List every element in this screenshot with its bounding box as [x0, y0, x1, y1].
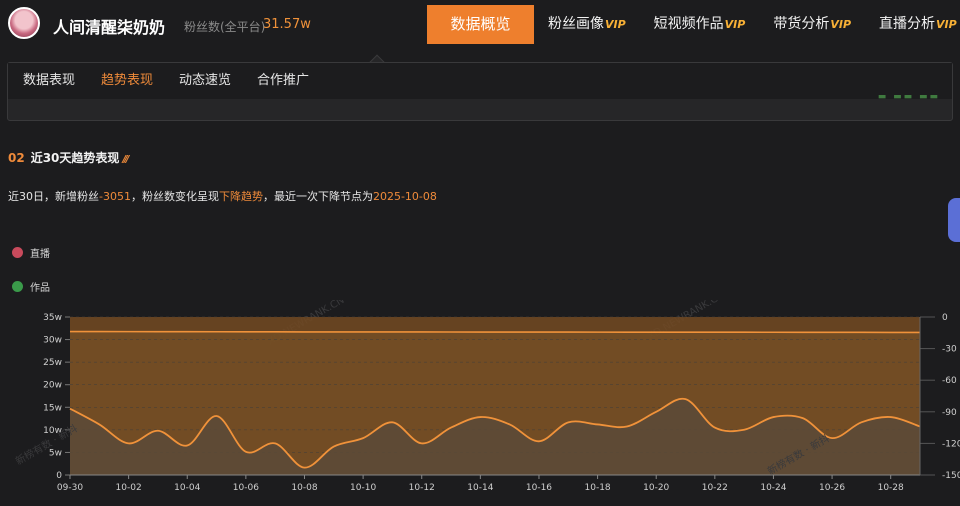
live-icon: [12, 247, 23, 258]
tab-label: 直播分析: [879, 16, 936, 32]
y-right-tick-label: -30: [942, 345, 957, 355]
y-right-tick-label: -120: [942, 439, 960, 449]
y-right-tick-label: -60: [942, 376, 957, 386]
y-right-tick-label: 0: [942, 313, 948, 323]
x-tick-label: 10-24: [760, 483, 786, 493]
tab-label: 短视频作品: [653, 16, 724, 32]
tab-sales-analysis[interactable]: 带货分析VIP: [759, 5, 865, 44]
x-tick-label: 10-06: [233, 483, 259, 493]
summary-suffix: ，最近一次下降节点为: [262, 190, 373, 203]
section-deco: ///: [122, 154, 129, 165]
legend-live[interactable]: 直播: [12, 245, 50, 260]
y-right-tick-label: -150: [942, 471, 960, 481]
y-right-tick-label: -90: [942, 408, 957, 418]
y-left-tick-label: 0: [56, 471, 62, 481]
x-tick-label: 10-10: [350, 483, 376, 493]
x-tick-label: 10-26: [819, 483, 845, 493]
tab-label: 数据概览: [450, 15, 511, 33]
x-tick-label: 10-02: [116, 483, 142, 493]
section-title-text: 近30天趋势表现: [30, 151, 120, 165]
vip-badge: VIP: [830, 18, 852, 31]
section-number: 02: [8, 151, 25, 165]
legend-works-label: 作品: [30, 283, 50, 294]
summary-new-fans: -3051: [99, 190, 131, 203]
fans-trend-chart: XD.NEWRANK.CNXD.NEWRANK.CN05w10w15w20w25…: [13, 300, 960, 493]
x-tick-label: 10-08: [291, 483, 317, 493]
tab-data-overview[interactable]: 数据概览: [427, 5, 534, 44]
subtab-dynamic-overview[interactable]: 动态速览: [166, 63, 244, 99]
x-tick-label: 10-14: [467, 483, 493, 493]
x-tick-label: 10-28: [878, 483, 904, 493]
main-nav: 数据概览 粉丝画像VIP 短视频作品VIP 带货分析VIP 直播分析VIP: [427, 5, 960, 44]
x-tick-label: 10-12: [409, 483, 435, 493]
y-left-tick-label: 5w: [49, 448, 62, 458]
avatar[interactable]: [8, 7, 40, 39]
panel-mini-indicator: ▬ ▬▬ ▬▬: [877, 92, 940, 102]
legend-live-label: 直播: [30, 249, 50, 260]
summary-trend: 下降趋势: [218, 190, 263, 203]
y-left-tick-label: 20w: [43, 381, 62, 391]
summary-mid: ，粉丝数变化呈现: [130, 190, 219, 203]
y-left-tick-label: 30w: [43, 336, 62, 346]
trend-summary: 近30日，新增粉丝-3051，粉丝数变化呈现下降趋势，最近一次下降节点为2025…: [8, 188, 437, 204]
vip-badge: VIP: [605, 18, 626, 31]
y-left-tick-label: 25w: [43, 358, 62, 368]
tab-fans-portrait[interactable]: 粉丝画像VIP: [534, 5, 640, 44]
x-tick-label: 10-22: [702, 483, 728, 493]
subtab-trend-performance[interactable]: 趋势表现: [88, 63, 166, 99]
tab-short-video[interactable]: 短视频作品VIP: [640, 5, 760, 44]
vip-badge: VIP: [936, 18, 957, 31]
x-tick-label: 10-16: [526, 483, 552, 493]
summary-date: 2025-10-08: [372, 190, 437, 203]
tab-label: 带货分析: [773, 16, 830, 32]
vip-badge: VIP: [724, 18, 746, 31]
section-title: 02 近30天趋势表现///: [8, 149, 129, 166]
works-icon: [12, 281, 23, 292]
y-left-tick-label: 15w: [43, 403, 62, 413]
x-tick-label: 10-04: [174, 483, 200, 493]
x-tick-label: 10-20: [643, 483, 669, 493]
summary-prefix: 近30日，新增粉丝: [8, 190, 99, 203]
fans-count-label: 粉丝数(全平台): [184, 20, 266, 34]
header-bar: 人间清醒柒奶奶 粉丝数(全平台) 31.57w 数据概览 粉丝画像VIP 短视频…: [0, 0, 960, 50]
y-left-tick-label: 35w: [43, 313, 62, 323]
sub-nav-panel: 数据表现 趋势表现 动态速览 合作推广 ▬ ▬▬ ▬▬: [7, 62, 953, 121]
fans-total-line: [69, 330, 921, 334]
account-name: 人间清醒柒奶奶: [53, 18, 166, 37]
legend-works[interactable]: 作品: [12, 279, 50, 294]
tab-label: 粉丝画像: [548, 16, 604, 32]
subtab-data-performance[interactable]: 数据表现: [8, 63, 88, 99]
tab-live-analysis[interactable]: 直播分析VIP: [865, 5, 960, 44]
x-tick-label: 10-18: [585, 483, 611, 493]
x-tick-label: 09-30: [57, 483, 83, 493]
side-float-tab[interactable]: [948, 198, 960, 242]
sub-nav: 数据表现 趋势表现 动态速览 合作推广: [8, 63, 952, 99]
fans-count-value: 31.57w: [263, 17, 311, 32]
subtab-cooperation[interactable]: 合作推广: [244, 63, 322, 99]
